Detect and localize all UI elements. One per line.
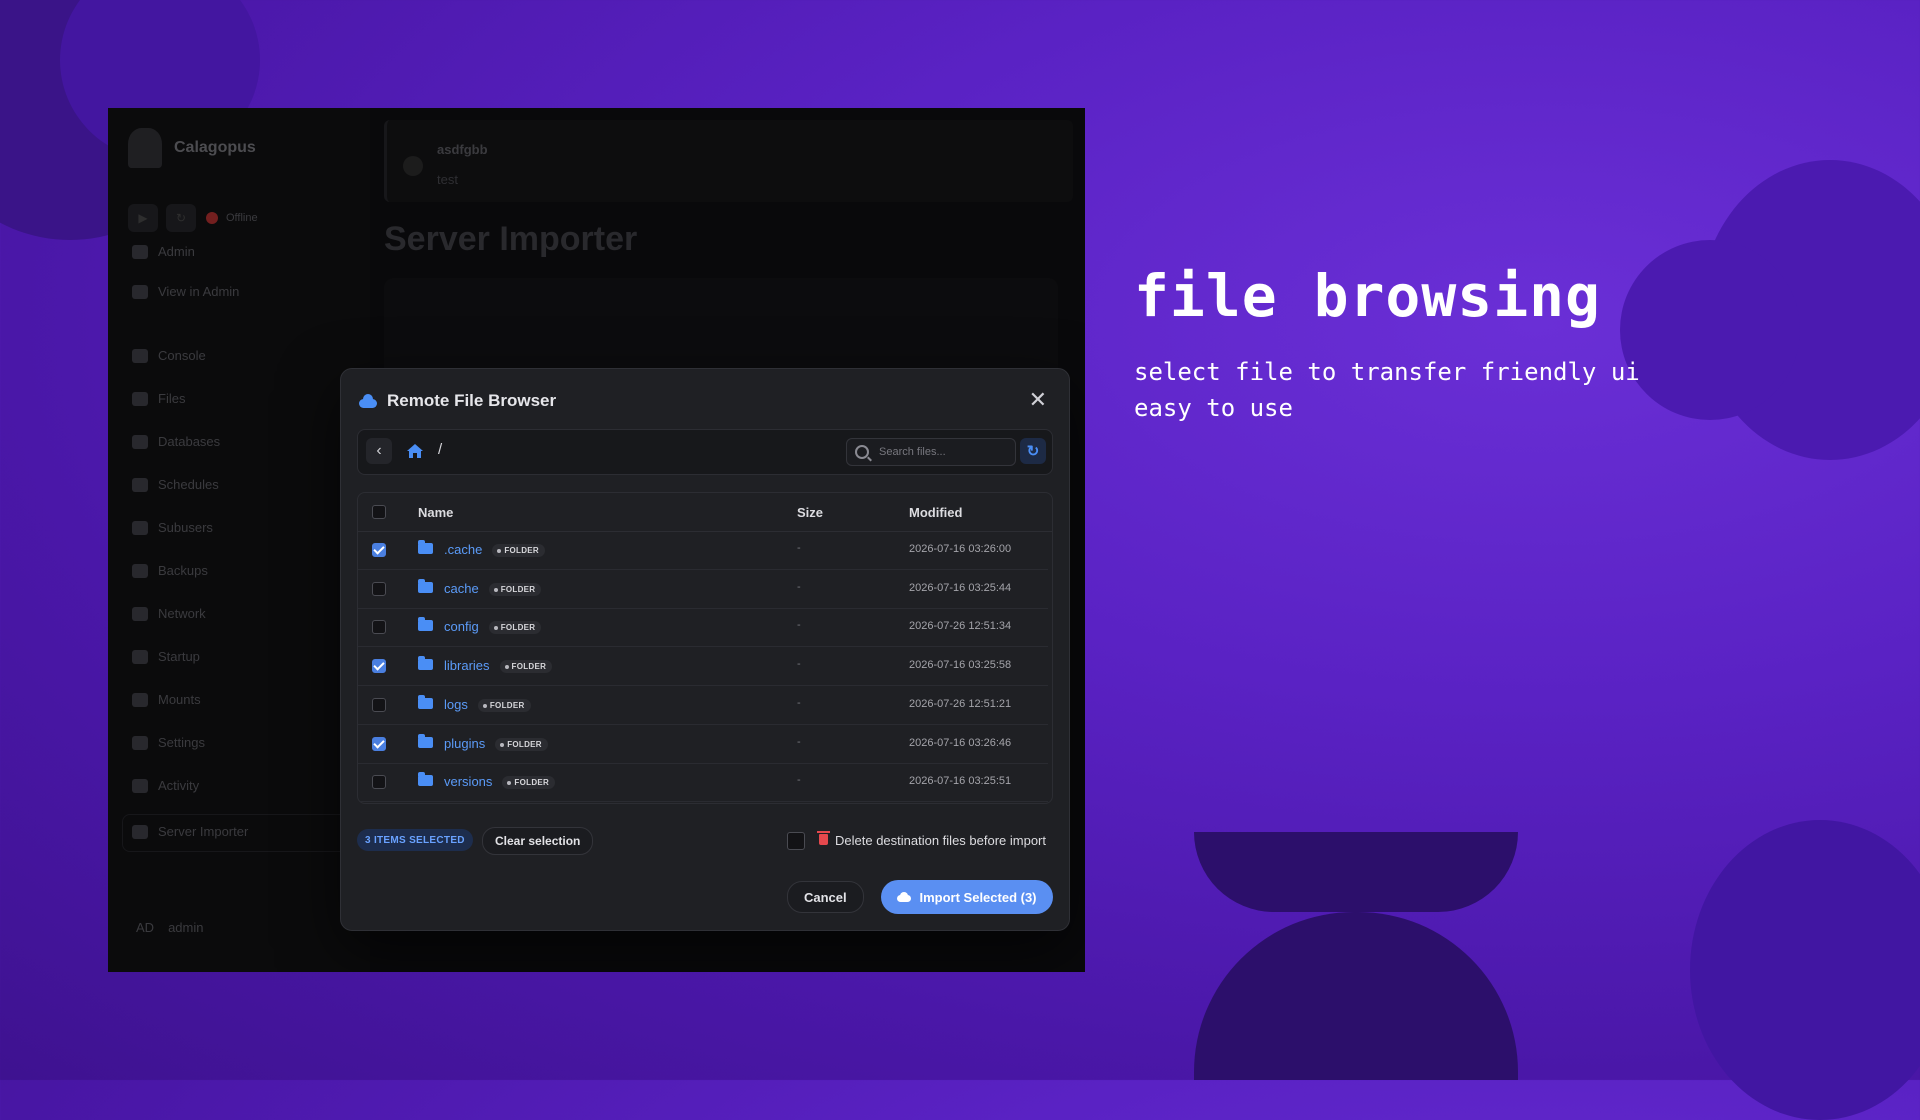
file-table: Name Size Modified .cache FOLDER - 2026-07-… <box>357 492 1053 804</box>
cloud-upload-icon <box>897 892 912 902</box>
refresh-icon: ↻ <box>1026 443 1040 460</box>
file-name-cell[interactable]: .cache FOLDER <box>444 542 545 558</box>
row-checkbox[interactable] <box>372 581 386 596</box>
selected-count-badge: 3 ITEMS SELECTED <box>357 829 473 851</box>
type-badge: FOLDER <box>495 737 548 751</box>
file-name-cell[interactable]: libraries FOLDER <box>444 658 553 674</box>
folder-icon <box>418 733 433 748</box>
subheadline-line-2: easy to use <box>1134 394 1293 422</box>
search-input[interactable] <box>877 445 1011 459</box>
delete-destination-label: Delete destination files before import <box>835 833 1047 848</box>
cancel-button[interactable]: Cancel <box>787 881 864 913</box>
type-badge: FOLDER <box>477 698 531 712</box>
folder-icon <box>418 578 433 593</box>
row-checkbox[interactable] <box>372 659 386 674</box>
row-checkbox[interactable] <box>372 775 386 790</box>
file-size: - <box>797 774 801 787</box>
browser-toolbar: ‹ / ↻ <box>357 429 1053 475</box>
search-icon <box>855 445 869 459</box>
trash-icon <box>817 831 830 845</box>
file-name[interactable]: versions <box>444 774 492 789</box>
file-modified: 2026-07-16 03:26:46 <box>909 736 1012 749</box>
home-icon[interactable] <box>406 442 424 460</box>
table-row[interactable]: .cache FOLDER - 2026-07-16 03:26:00 <box>358 531 1048 570</box>
file-name[interactable]: logs <box>444 697 468 712</box>
file-size: - <box>797 696 801 709</box>
decor-shape-bottom <box>1194 832 1518 912</box>
file-name-cell[interactable]: plugins FOLDER <box>444 736 548 751</box>
subheadline-line-1: select file to transfer friendly ui <box>1134 358 1640 386</box>
file-name-cell[interactable]: logs FOLDER <box>444 697 531 712</box>
select-all-checkbox[interactable] <box>372 505 386 519</box>
table-row[interactable]: logs FOLDER - 2026-07-26 12:51:21 <box>358 686 1048 725</box>
type-badge: FOLDER <box>499 660 553 674</box>
file-modified: 2026-07-16 03:25:51 <box>909 775 1012 788</box>
folder-icon <box>418 772 433 787</box>
file-name[interactable]: .cache <box>444 542 482 557</box>
file-size: - <box>797 735 801 748</box>
headline: file browsing <box>1134 262 1601 330</box>
type-badge: FOLDER <box>492 544 545 558</box>
back-button[interactable]: ‹ <box>366 438 392 464</box>
refresh-button[interactable]: ↻ <box>1020 438 1046 464</box>
import-label: Import Selected (3) <box>919 889 1037 905</box>
decor-blob-bottom-right <box>1690 820 1920 1120</box>
file-modified: 2026-07-26 12:51:21 <box>909 697 1012 710</box>
column-size: Size <box>797 505 824 520</box>
column-modified: Modified <box>909 505 963 520</box>
file-name-cell[interactable]: versions FOLDER <box>444 774 556 790</box>
file-size: - <box>797 580 801 593</box>
file-modified: 2026-07-16 03:26:00 <box>909 543 1012 555</box>
search-field[interactable] <box>846 438 1016 466</box>
subheadline: select file to transfer friendly ui easy… <box>1134 354 1640 426</box>
type-badge: FOLDER <box>488 621 542 635</box>
file-modified: 2026-07-16 03:25:44 <box>909 581 1012 594</box>
table-row[interactable]: libraries FOLDER - 2026-07-16 03:25:58 <box>358 647 1048 687</box>
table-row[interactable]: plugins FOLDER - 2026-07-16 03:26:46 <box>358 725 1048 764</box>
modal-header: Remote File Browser ✕ <box>359 387 1051 415</box>
row-checkbox[interactable] <box>372 736 386 751</box>
clear-selection-button[interactable]: Clear selection <box>482 827 594 855</box>
close-icon[interactable]: ✕ <box>1029 389 1047 411</box>
file-name[interactable]: config <box>444 619 479 634</box>
file-name[interactable]: plugins <box>444 736 485 751</box>
file-size: - <box>797 619 801 632</box>
file-size: - <box>797 658 801 671</box>
table-row[interactable]: cache FOLDER - 2026-07-16 03:25:44 <box>358 570 1048 609</box>
current-path: / <box>438 441 443 458</box>
file-size: - <box>797 542 801 554</box>
modal-title: Remote File Browser <box>387 391 557 410</box>
file-modified: 2026-07-16 03:25:58 <box>909 659 1012 672</box>
file-modified: 2026-07-26 12:51:34 <box>909 620 1012 633</box>
folder-icon <box>418 617 433 632</box>
row-checkbox[interactable] <box>372 697 386 712</box>
table-row[interactable]: config FOLDER - 2026-07-26 12:51:34 <box>358 608 1048 648</box>
row-checkbox[interactable] <box>372 543 386 557</box>
column-name: Name <box>418 505 454 520</box>
delete-destination-checkbox[interactable] <box>787 832 805 850</box>
decor-shape-bottom-2 <box>1194 912 1518 1080</box>
folder-icon <box>418 656 433 671</box>
row-checkbox[interactable] <box>372 620 386 635</box>
type-badge: FOLDER <box>488 582 542 596</box>
cloud-icon <box>359 394 377 408</box>
file-name[interactable]: cache <box>444 581 479 596</box>
type-badge: FOLDER <box>502 776 556 790</box>
file-name[interactable]: libraries <box>444 658 490 673</box>
import-selected-button[interactable]: Import Selected (3) <box>881 880 1053 914</box>
app-screenshot: Calagopus ▶ ↻ Offline Admin View in Admi… <box>108 108 1085 972</box>
remote-file-browser-modal: Remote File Browser ✕ ‹ / ↻ Name Size Mo… <box>340 368 1070 931</box>
file-name-cell[interactable]: config FOLDER <box>444 619 542 635</box>
folder-icon <box>418 694 433 709</box>
table-header: Name Size Modified <box>358 493 1052 532</box>
file-name-cell[interactable]: cache FOLDER <box>444 581 542 596</box>
table-row[interactable]: versions FOLDER - 2026-07-16 03:25:51 <box>358 763 1048 803</box>
decor-blob-right-2 <box>1620 240 1800 420</box>
folder-icon <box>418 540 433 554</box>
